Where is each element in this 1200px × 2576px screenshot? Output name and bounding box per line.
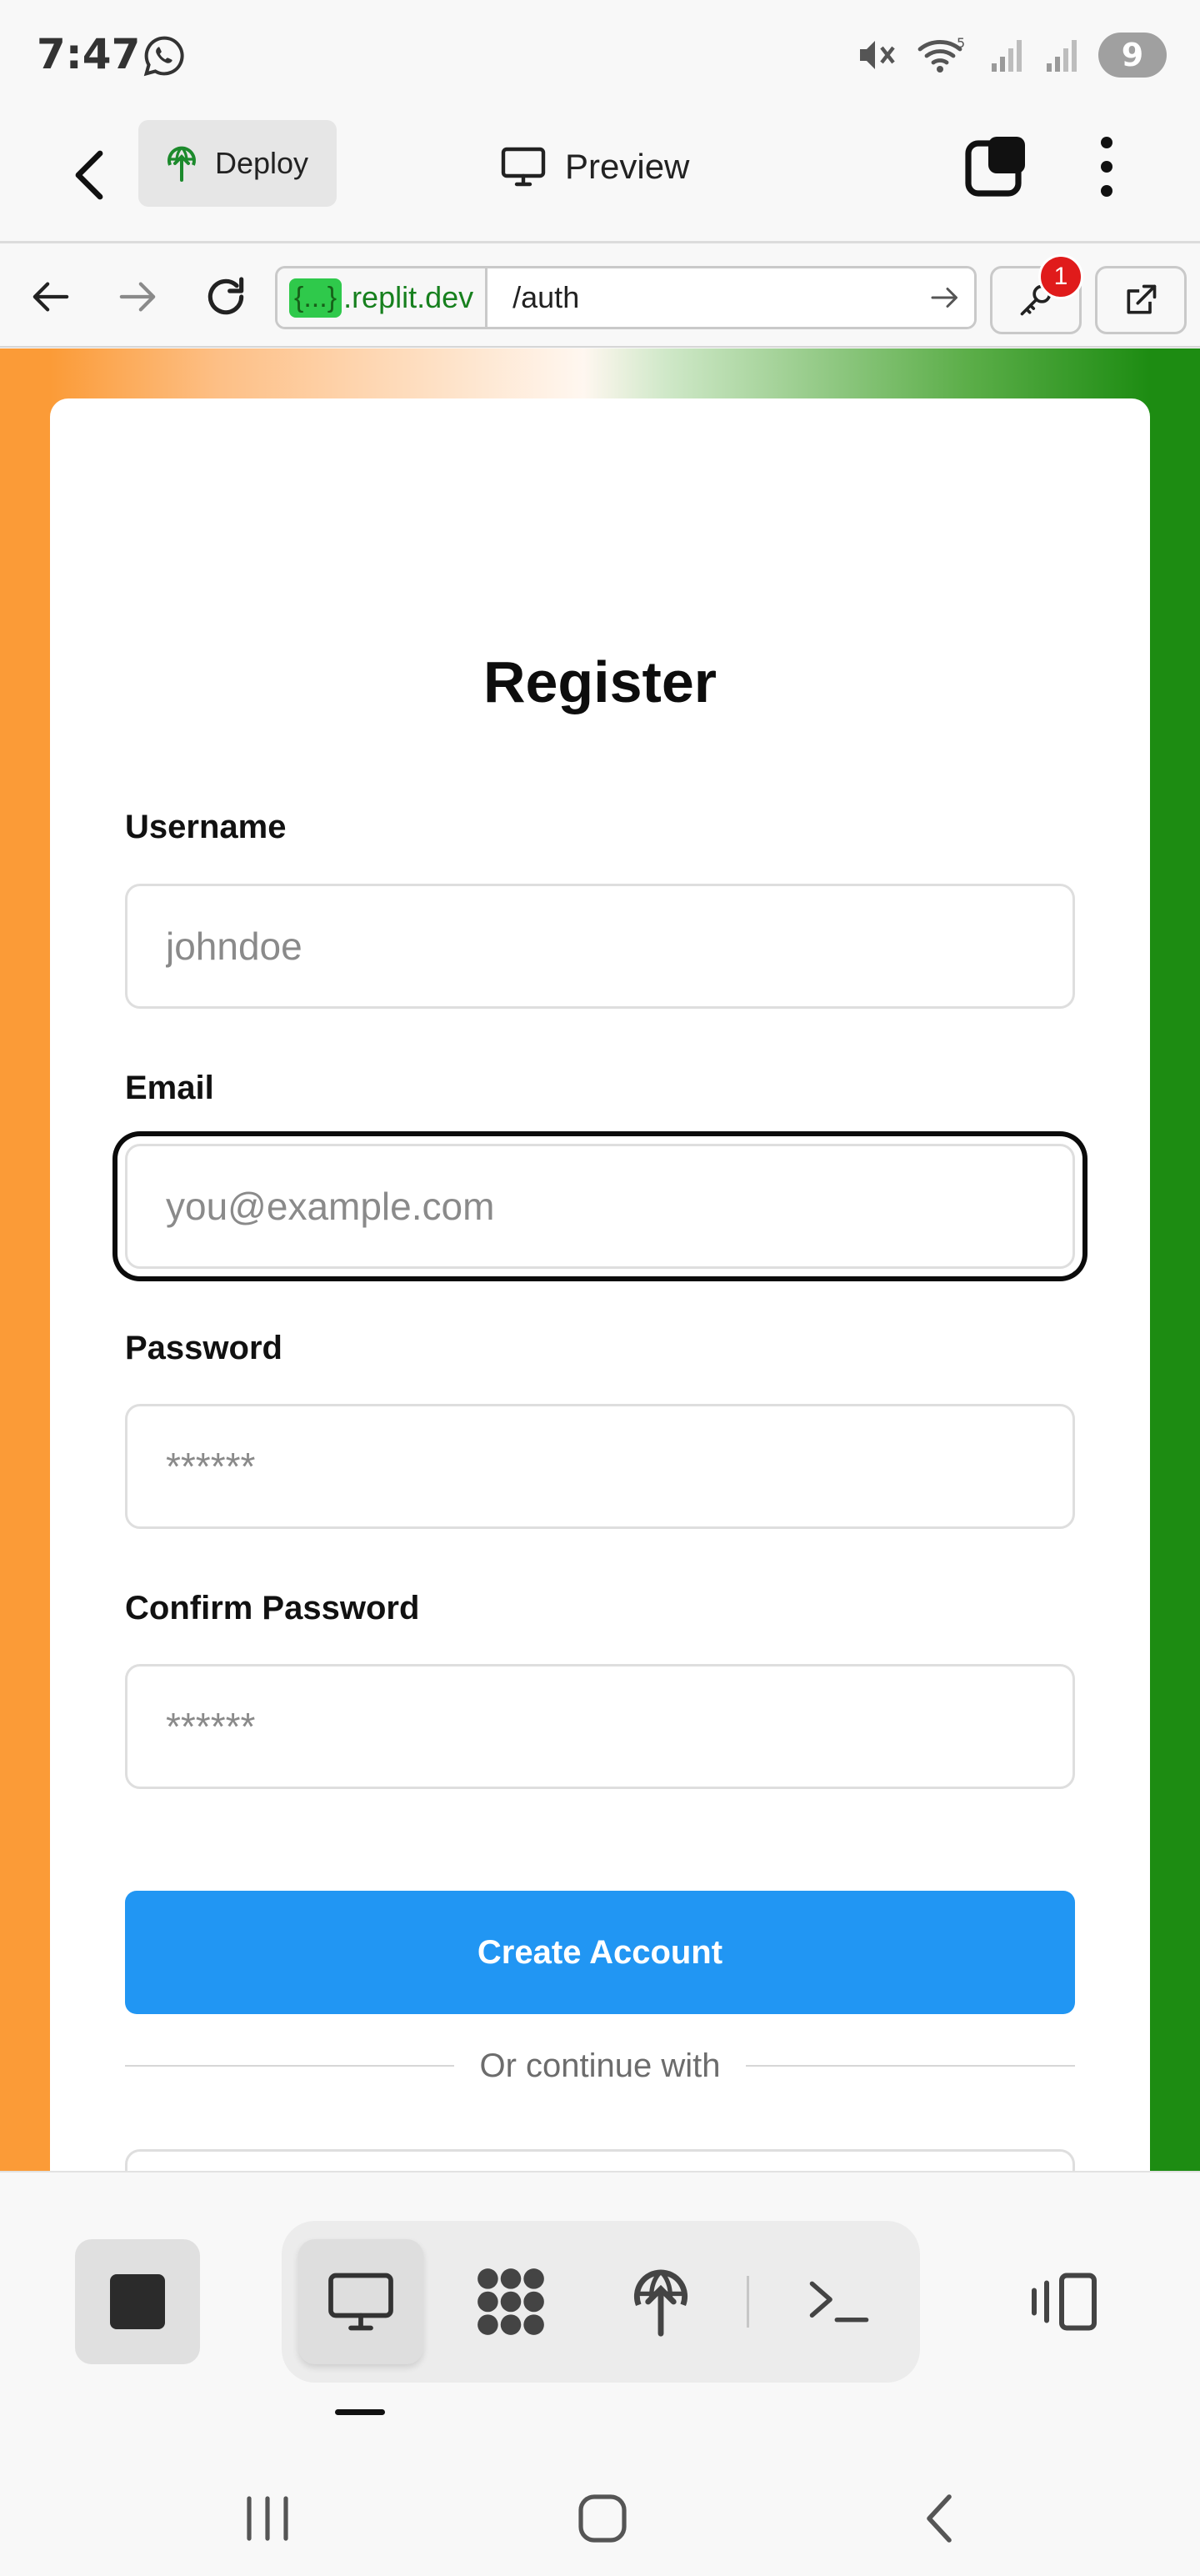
- url-bar[interactable]: {...} .replit.dev /auth: [275, 266, 977, 329]
- password-label: Password: [125, 1330, 282, 1366]
- battery-indicator: 9: [1098, 33, 1167, 78]
- reload-icon[interactable]: [197, 268, 255, 326]
- preview-tab[interactable]: Preview: [500, 133, 689, 200]
- notification-badge: 1: [1038, 254, 1083, 299]
- system-back-icon[interactable]: [893, 2481, 985, 2556]
- whatsapp-icon: [143, 36, 184, 77]
- mute-icon: [860, 41, 895, 69]
- active-tool-indicator: [335, 2409, 385, 2415]
- recents-icon[interactable]: [222, 2481, 313, 2556]
- tool-separator: [747, 2276, 749, 2328]
- browser-back-icon[interactable]: [22, 268, 80, 326]
- url-host-pill: {...}: [289, 278, 342, 318]
- monitor-icon: [501, 147, 546, 187]
- divider-text: Or continue with: [479, 2047, 721, 2084]
- divider-line: [745, 2065, 1075, 2067]
- workspace-bar: [0, 2171, 1200, 2574]
- username-label: Username: [125, 809, 287, 845]
- more-menu-icon[interactable]: [1092, 133, 1122, 200]
- preview-label: Preview: [565, 147, 690, 186]
- page-viewport: Register Username Email Password Confirm…: [0, 348, 1200, 2171]
- or-divider: Or continue with: [125, 2041, 1075, 2091]
- url-host-suffix: .replit.dev: [343, 280, 474, 314]
- url-go-icon[interactable]: [916, 268, 974, 327]
- password-input[interactable]: [125, 1404, 1075, 1529]
- home-icon[interactable]: [557, 2481, 648, 2556]
- system-navigation: [0, 2456, 1200, 2576]
- chevron-left-icon: [75, 150, 103, 200]
- divider-line: [125, 2065, 455, 2067]
- status-icons: 5 9: [857, 32, 1167, 78]
- register-card: Register Username Email Password Confirm…: [50, 398, 1150, 2171]
- status-time: 7:47: [37, 30, 141, 78]
- social-login-button[interactable]: [125, 2149, 1075, 2171]
- open-external-button[interactable]: [1095, 266, 1187, 334]
- shell-tool-button[interactable]: [777, 2239, 902, 2364]
- apps-tool-button[interactable]: [448, 2239, 573, 2364]
- username-input[interactable]: [125, 884, 1075, 1009]
- browser-forward-icon[interactable]: [108, 268, 167, 326]
- terminal-icon: [809, 2281, 869, 2323]
- back-button[interactable]: [65, 140, 112, 210]
- email-input[interactable]: [125, 1144, 1075, 1269]
- external-link-icon: [1127, 284, 1157, 314]
- deploy-icon: [633, 2269, 688, 2337]
- create-account-button[interactable]: Create Account: [125, 1891, 1075, 2014]
- deploy-button[interactable]: Deploy: [138, 120, 337, 207]
- email-label: Email: [125, 1070, 214, 1106]
- confirm-password-label: Confirm Password: [125, 1590, 420, 1626]
- signal-icon: [1047, 40, 1077, 72]
- apps-icon: [478, 2268, 544, 2335]
- svg-text:5: 5: [957, 35, 965, 51]
- deploy-label: Deploy: [215, 146, 309, 180]
- panels-button[interactable]: [1018, 2239, 1110, 2364]
- status-bar: 7:47 5 9: [0, 0, 1200, 108]
- preview-tool-button[interactable]: [298, 2239, 423, 2364]
- confirm-password-input[interactable]: [125, 1664, 1075, 1789]
- wifi-icon: 5: [918, 35, 965, 73]
- stop-icon: [110, 2274, 165, 2329]
- signal-icon: [992, 40, 1022, 72]
- deploy-tool-button[interactable]: [598, 2239, 723, 2364]
- monitor-icon: [328, 2273, 393, 2331]
- page-title: Register: [482, 649, 718, 714]
- deploy-icon: [168, 146, 196, 182]
- app-toolbar: Deploy Preview: [0, 108, 1200, 243]
- browser-bar: {...} .replit.dev /auth 1: [0, 246, 1200, 348]
- panels-icon: [1032, 2273, 1097, 2331]
- tool-switcher: [282, 2221, 920, 2383]
- stop-button[interactable]: [75, 2239, 200, 2364]
- url-path[interactable]: /auth: [488, 268, 916, 327]
- tabs-icon[interactable]: [963, 133, 1030, 200]
- url-host: {...} .replit.dev: [278, 268, 488, 327]
